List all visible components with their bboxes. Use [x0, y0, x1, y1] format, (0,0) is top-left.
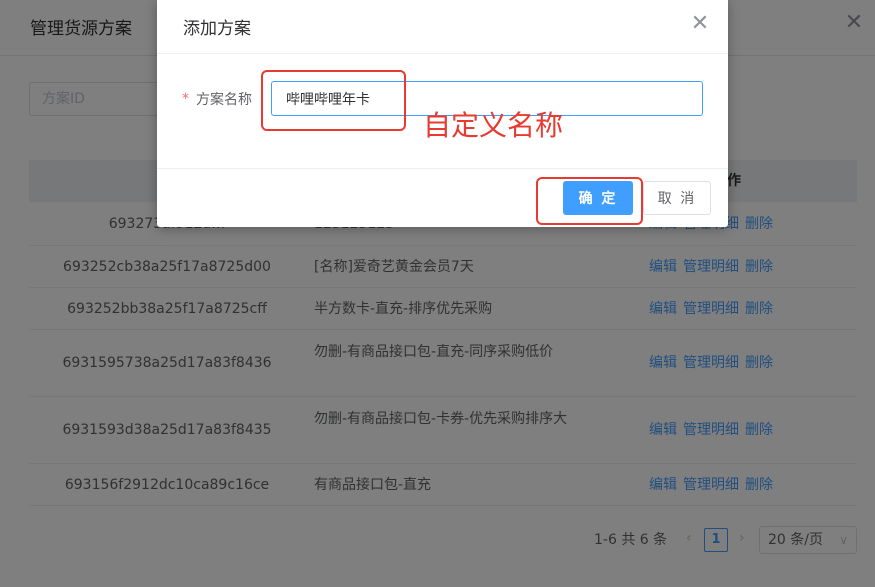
dialog-title: 添加方案 [183, 19, 251, 39]
required-mark: * [182, 91, 189, 107]
annotation-box-name-input [261, 70, 406, 131]
dialog-divider-top [157, 53, 728, 54]
plan-name-label: 方案名称 [196, 92, 252, 108]
annotation-text: 自定义名称 [423, 109, 564, 142]
annotation-box-confirm [536, 177, 643, 225]
cancel-button[interactable]: 取 消 [643, 181, 711, 215]
close-icon[interactable]: ✕ [689, 13, 711, 35]
dialog-divider-bottom [157, 168, 728, 169]
